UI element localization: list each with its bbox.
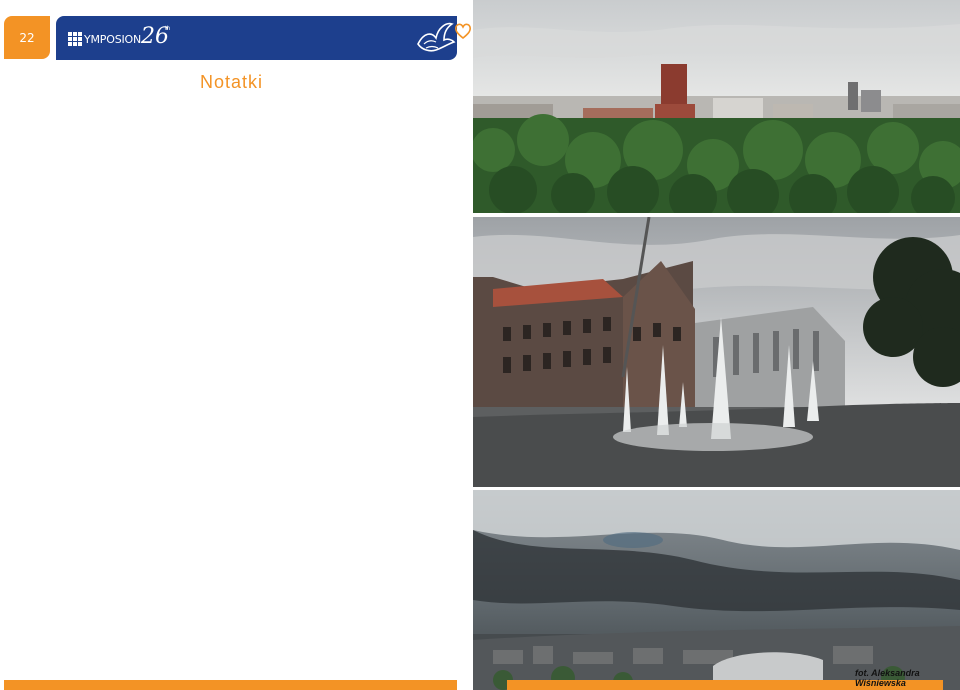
notes-title: Notatki <box>200 72 264 92</box>
photo-city-panorama <box>473 0 960 213</box>
photo-cloudy-sky <box>473 490 960 690</box>
page-number-badge: 22 <box>4 16 50 59</box>
logo-grid-icon <box>68 32 82 46</box>
page-number: 22 <box>19 30 35 45</box>
bottom-accent-bar-left <box>4 680 457 690</box>
heart-icon <box>455 23 471 40</box>
symposion-logo: YMPOSION 26 th <box>68 26 174 50</box>
header-banner: YMPOSION 26 th <box>56 16 457 60</box>
logo-superscript: th <box>165 26 171 32</box>
photo-credit: fot. Aleksandra Wiśniewska <box>855 668 920 688</box>
photo-fountain-castle <box>473 217 960 487</box>
tower-building <box>661 64 687 110</box>
logo-text: YMPOSION <box>84 32 142 46</box>
dove-icon <box>417 22 456 52</box>
